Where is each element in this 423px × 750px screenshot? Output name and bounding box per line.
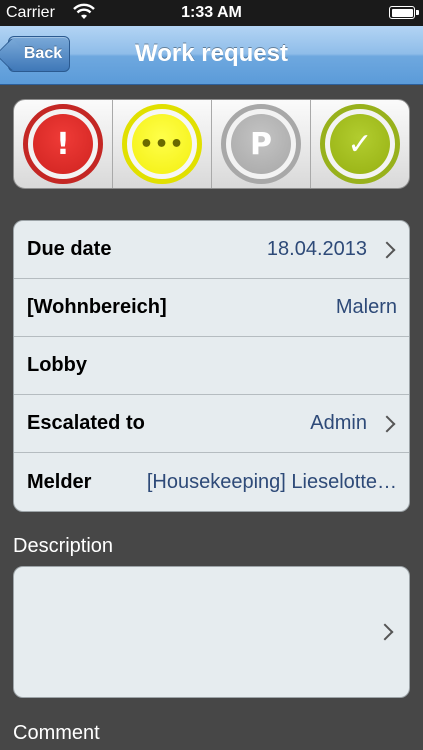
row-label: Due date: [27, 238, 112, 260]
status-done-button[interactable]: ✓: [311, 100, 409, 188]
parking-icon: P: [221, 104, 301, 184]
melder-row[interactable]: Melder [Housekeeping] Lieselotte…: [14, 453, 409, 511]
chevron-right-icon: [378, 415, 396, 432]
wohnbereich-row[interactable]: [Wohnbereich] Malern: [14, 279, 409, 337]
details-table: Due date 18.04.2013 [Wohnbereich] Malern…: [13, 220, 410, 512]
description-field[interactable]: [13, 566, 410, 698]
due-date-row[interactable]: Due date 18.04.2013: [14, 221, 409, 279]
row-value: 18.04.2013: [266, 238, 367, 260]
row-value: [Housekeeping] Lieselotte…: [146, 470, 397, 493]
page-title: Work request: [135, 40, 288, 67]
checkmark-icon: ✓: [320, 104, 400, 184]
status-urgent-button[interactable]: !: [14, 100, 113, 188]
status-in-progress-button[interactable]: •••: [113, 100, 212, 188]
lobby-row[interactable]: Lobby: [14, 337, 409, 395]
status-parked-button[interactable]: P: [212, 100, 311, 188]
ios-status-bar: Carrier 1:33 AM: [0, 0, 423, 26]
urgent-icon: !: [23, 104, 103, 184]
battery-icon: [389, 6, 419, 19]
row-label: Melder: [27, 470, 92, 493]
row-value: Admin: [310, 412, 367, 434]
status-selector: ! ••• P ✓: [13, 99, 410, 189]
clock: 1:33 AM: [181, 4, 242, 21]
escalated-to-row[interactable]: Escalated to Admin: [14, 395, 409, 453]
ellipsis-icon: •••: [122, 104, 202, 184]
chevron-right-icon: [376, 623, 394, 641]
description-label: Description: [13, 535, 114, 557]
row-value: Malern: [335, 296, 397, 318]
comment-label: Comment: [13, 722, 100, 744]
back-button-label: Back: [23, 45, 63, 62]
row-label: Lobby: [27, 354, 87, 376]
navigation-bar: Back Work request: [0, 26, 423, 85]
row-label: Escalated to: [27, 412, 145, 434]
row-label: [Wohnbereich]: [27, 296, 167, 318]
chevron-right-icon: [378, 241, 396, 258]
